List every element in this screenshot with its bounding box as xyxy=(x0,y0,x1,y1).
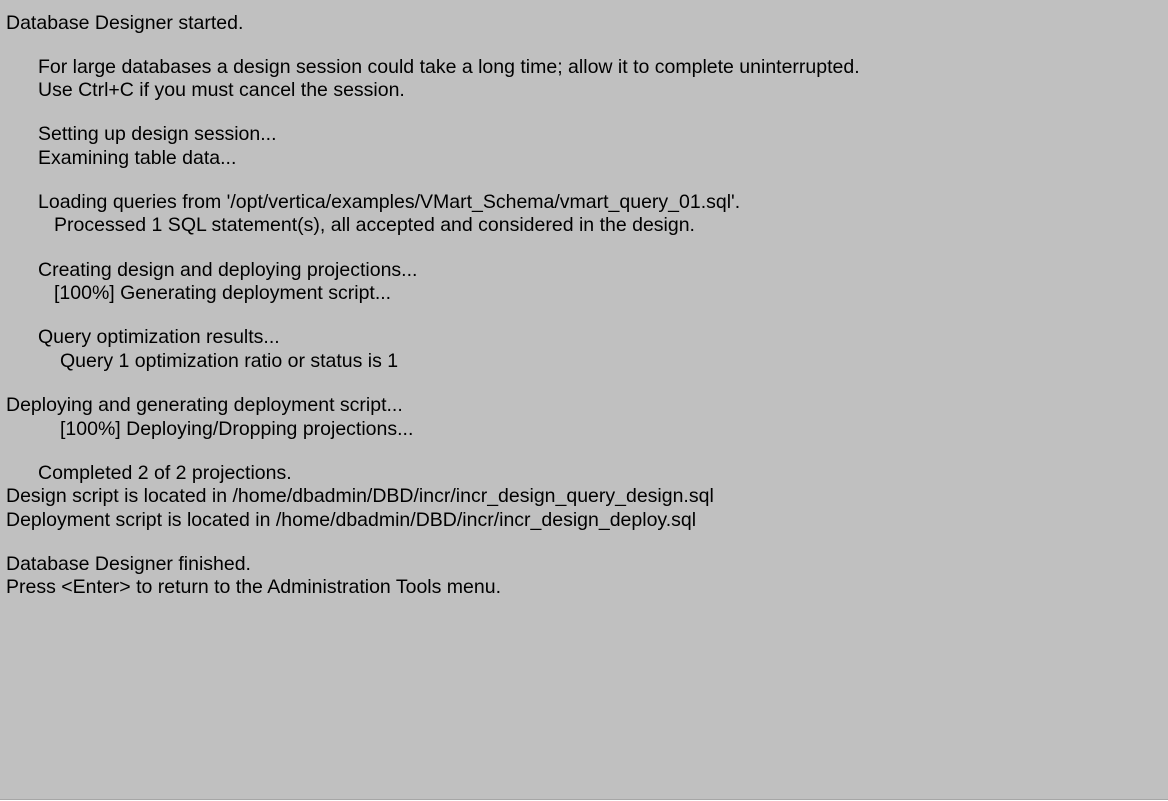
status-line-loading-queries: Loading queries from '/opt/vertica/examp… xyxy=(38,191,741,213)
status-line-completed: Completed 2 of 2 projections. xyxy=(38,462,292,484)
progress-line-dropping-projections: [100%] Deploying/Dropping projections... xyxy=(60,418,414,440)
status-line-setup: Setting up design session... xyxy=(38,123,277,145)
status-line-examining: Examining table data... xyxy=(38,147,237,169)
note-line-cancel: Use Ctrl+C if you must cancel the sessio… xyxy=(38,79,405,101)
status-line-processed: Processed 1 SQL statement(s), all accept… xyxy=(54,214,695,236)
status-line-query-ratio: Query 1 optimization ratio or status is … xyxy=(60,350,399,372)
status-line-deploy-script-path: Deployment script is located in /home/db… xyxy=(6,509,697,531)
note-line-large-databases: For large databases a design session cou… xyxy=(38,56,860,78)
status-line-finished: Database Designer finished. xyxy=(6,553,251,575)
status-line-design-script-path: Design script is located in /home/dbadmi… xyxy=(6,485,714,507)
status-line-started: Database Designer started. xyxy=(6,12,244,34)
prompt-line-press-enter[interactable]: Press <Enter> to return to the Administr… xyxy=(6,576,501,598)
status-line-deploying: Deploying and generating deployment scri… xyxy=(6,394,403,416)
terminal-output: Database Designer started. For large dat… xyxy=(0,0,1168,800)
progress-line-generating-script: [100%] Generating deployment script... xyxy=(54,282,392,304)
status-line-creating-design: Creating design and deploying projection… xyxy=(38,259,418,281)
status-line-query-optimization: Query optimization results... xyxy=(38,326,280,348)
